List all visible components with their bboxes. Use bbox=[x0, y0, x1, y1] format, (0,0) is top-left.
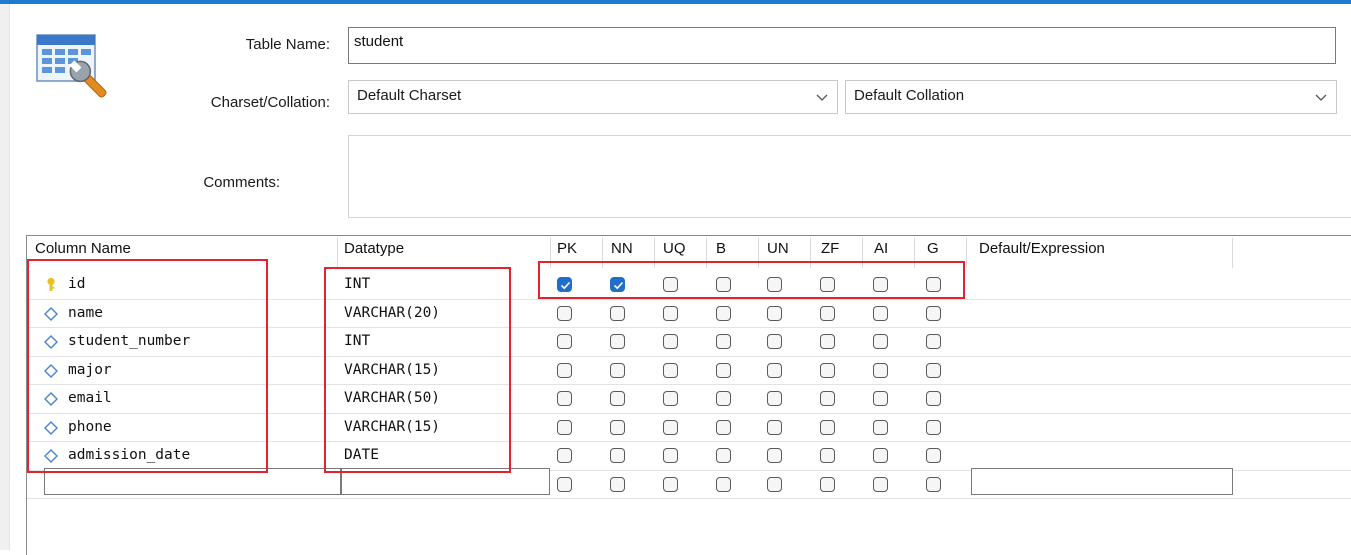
window-top-accent-bar bbox=[0, 0, 1351, 4]
ai-checkbox[interactable] bbox=[873, 334, 888, 349]
nn-checkbox[interactable] bbox=[610, 391, 625, 406]
charset-collation-label: Charset/Collation: bbox=[210, 94, 330, 111]
comments-label: Comments: bbox=[203, 174, 280, 191]
b-checkbox[interactable] bbox=[716, 448, 731, 463]
uq-checkbox[interactable] bbox=[663, 476, 678, 492]
uq-checkbox[interactable] bbox=[663, 419, 678, 435]
ai-checkbox[interactable] bbox=[873, 448, 888, 463]
pk-checkbox[interactable] bbox=[557, 334, 572, 349]
b-checkbox[interactable] bbox=[716, 391, 731, 406]
un-checkbox[interactable] bbox=[767, 334, 782, 349]
nn-checkbox[interactable] bbox=[610, 305, 625, 321]
collation-select[interactable]: Default Collation bbox=[845, 80, 1337, 114]
g-checkbox[interactable] bbox=[926, 419, 941, 435]
header-pk[interactable]: PK bbox=[557, 236, 577, 262]
ai-checkbox[interactable] bbox=[873, 391, 888, 406]
annotation-box-id-flags bbox=[538, 261, 965, 299]
zf-checkbox[interactable] bbox=[820, 419, 835, 435]
header-datatype[interactable]: Datatype bbox=[344, 236, 404, 262]
b-checkbox[interactable] bbox=[716, 419, 731, 435]
zf-checkbox[interactable] bbox=[820, 362, 835, 378]
g-checkbox[interactable] bbox=[926, 391, 941, 406]
un-checkbox[interactable] bbox=[767, 476, 782, 492]
header-un[interactable]: UN bbox=[767, 236, 789, 262]
uq-checkbox[interactable] bbox=[663, 305, 678, 321]
table-editor-icon bbox=[36, 33, 116, 105]
pk-checkbox[interactable] bbox=[557, 391, 572, 406]
un-checkbox[interactable] bbox=[767, 305, 782, 321]
b-checkbox[interactable] bbox=[716, 305, 731, 321]
nn-checkbox[interactable] bbox=[610, 419, 625, 435]
charset-select-value: Default Charset bbox=[357, 87, 462, 104]
pk-checkbox[interactable] bbox=[557, 448, 572, 463]
header-divider bbox=[337, 238, 338, 268]
ai-checkbox[interactable] bbox=[873, 362, 888, 378]
b-checkbox[interactable] bbox=[716, 362, 731, 378]
un-checkbox[interactable] bbox=[767, 362, 782, 378]
uq-checkbox[interactable] bbox=[663, 448, 678, 463]
chevron-down-icon bbox=[815, 90, 829, 104]
nn-checkbox[interactable] bbox=[610, 334, 625, 349]
zf-checkbox[interactable] bbox=[820, 448, 835, 463]
nn-checkbox[interactable] bbox=[610, 476, 625, 492]
un-checkbox[interactable] bbox=[767, 419, 782, 435]
header-default-expression[interactable]: Default/Expression bbox=[979, 236, 1105, 262]
b-checkbox[interactable] bbox=[716, 334, 731, 349]
zf-checkbox[interactable] bbox=[820, 391, 835, 406]
header-divider bbox=[966, 238, 967, 268]
un-checkbox[interactable] bbox=[767, 448, 782, 463]
header-zf[interactable]: ZF bbox=[821, 236, 839, 262]
row-separator bbox=[27, 498, 1351, 499]
pk-checkbox[interactable] bbox=[557, 476, 572, 492]
ai-checkbox[interactable] bbox=[873, 305, 888, 321]
un-checkbox[interactable] bbox=[767, 391, 782, 406]
header-nn[interactable]: NN bbox=[611, 236, 633, 262]
uq-checkbox[interactable] bbox=[663, 391, 678, 406]
new-default-expression-input[interactable] bbox=[971, 468, 1233, 495]
annotation-box-column-names bbox=[27, 259, 268, 473]
zf-checkbox[interactable] bbox=[820, 476, 835, 492]
g-checkbox[interactable] bbox=[926, 362, 941, 378]
header-g[interactable]: G bbox=[927, 236, 939, 262]
header-uq[interactable]: UQ bbox=[663, 236, 686, 262]
g-checkbox[interactable] bbox=[926, 334, 941, 349]
header-ai[interactable]: AI bbox=[874, 236, 888, 262]
uq-checkbox[interactable] bbox=[663, 334, 678, 349]
comments-textarea[interactable] bbox=[348, 135, 1351, 218]
pk-checkbox[interactable] bbox=[557, 362, 572, 378]
ai-checkbox[interactable] bbox=[873, 419, 888, 435]
zf-checkbox[interactable] bbox=[820, 334, 835, 349]
uq-checkbox[interactable] bbox=[663, 362, 678, 378]
table-name-label: Table Name: bbox=[245, 36, 330, 53]
g-checkbox[interactable] bbox=[926, 448, 941, 463]
g-checkbox[interactable] bbox=[926, 305, 941, 321]
left-panel-edge bbox=[0, 4, 10, 550]
header-divider bbox=[1232, 238, 1233, 268]
nn-checkbox[interactable] bbox=[610, 448, 625, 463]
g-checkbox[interactable] bbox=[926, 476, 941, 492]
chevron-down-icon bbox=[1314, 90, 1328, 104]
pk-checkbox[interactable] bbox=[557, 419, 572, 435]
b-checkbox[interactable] bbox=[716, 476, 731, 492]
charset-select[interactable]: Default Charset bbox=[348, 80, 838, 114]
ai-checkbox[interactable] bbox=[873, 476, 888, 492]
collation-select-value: Default Collation bbox=[854, 87, 965, 104]
annotation-box-datatypes bbox=[324, 267, 511, 473]
table-name-input[interactable]: student bbox=[348, 27, 1336, 64]
zf-checkbox[interactable] bbox=[820, 305, 835, 321]
header-b[interactable]: B bbox=[716, 236, 726, 262]
nn-checkbox[interactable] bbox=[610, 362, 625, 378]
pk-checkbox[interactable] bbox=[557, 305, 572, 321]
